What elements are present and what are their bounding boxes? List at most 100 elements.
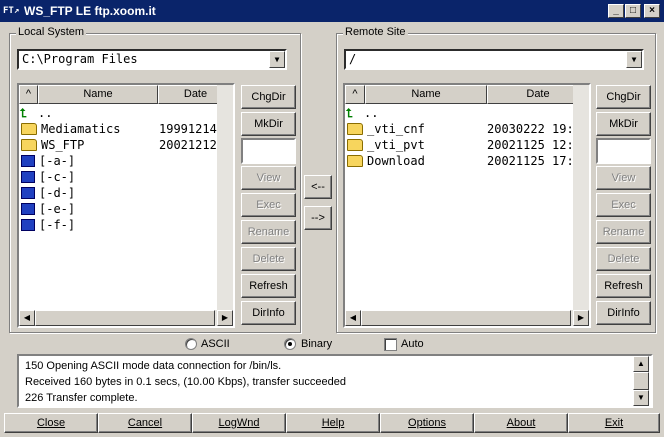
chevron-down-icon[interactable]: ▼ xyxy=(626,51,642,68)
scroll-down-icon[interactable]: ▼ xyxy=(633,390,649,406)
logwnd-button[interactable]: LogWnd xyxy=(192,413,286,433)
remote-rename-button[interactable]: Rename xyxy=(596,220,651,244)
item-name: Mediamatics xyxy=(41,122,121,136)
drive-icon xyxy=(21,202,35,215)
local-rename-button[interactable]: Rename xyxy=(241,220,296,244)
log-line: 150 Opening ASCII mode data connection f… xyxy=(25,360,282,372)
transfer-to-remote-button[interactable]: --> xyxy=(304,206,332,230)
remote-path-value: / xyxy=(349,52,357,66)
remote-name-header[interactable]: Name xyxy=(365,85,487,104)
log-line: Received 160 bytes in 0.1 secs, (10.00 K… xyxy=(25,376,347,388)
local-horizontal-scrollbar[interactable]: ◀ ▶ xyxy=(19,310,233,326)
item-name: _vti_pvt xyxy=(367,138,425,152)
item-name: .. xyxy=(38,106,53,120)
local-vertical-scrollbar[interactable] xyxy=(217,85,233,310)
drive-icon xyxy=(21,218,35,231)
close-button[interactable]: Close xyxy=(4,413,98,433)
file-list-item[interactable]: [-f-] xyxy=(19,217,217,233)
file-list-item[interactable]: Mediamatics 19991214 1 xyxy=(19,121,231,137)
maximize-button[interactable]: □ xyxy=(625,4,641,18)
parent-directory-item[interactable]: ⮤.. xyxy=(345,105,573,121)
remote-sort-header[interactable]: ^ xyxy=(345,85,365,104)
item-name: [-c-] xyxy=(39,170,76,184)
cancel-button[interactable]: Cancel xyxy=(98,413,192,433)
scroll-right-icon[interactable]: ▶ xyxy=(573,310,589,326)
chevron-down-icon[interactable]: ▼ xyxy=(269,51,285,68)
local-mkdir-input[interactable] xyxy=(241,138,296,164)
exit-button[interactable]: Exit xyxy=(568,413,660,433)
minimize-button[interactable]: _ xyxy=(608,4,624,18)
options-button[interactable]: Options xyxy=(380,413,474,433)
scroll-thumb[interactable] xyxy=(361,310,571,326)
remote-dirinfo-button[interactable]: DirInfo xyxy=(596,301,651,325)
local-exec-button[interactable]: Exec xyxy=(241,193,296,217)
scroll-up-icon[interactable]: ▲ xyxy=(633,356,649,372)
local-dirinfo-button[interactable]: DirInfo xyxy=(241,301,296,325)
remote-horizontal-scrollbar[interactable]: ◀ ▶ xyxy=(345,310,589,326)
remote-refresh-button[interactable]: Refresh xyxy=(596,274,651,298)
ascii-label: ASCII xyxy=(201,338,230,350)
item-name: Download xyxy=(367,154,425,168)
remote-vertical-scrollbar[interactable] xyxy=(573,85,589,310)
scroll-right-icon[interactable]: ▶ xyxy=(217,310,233,326)
auto-checkbox[interactable] xyxy=(384,338,397,351)
local-view-button[interactable]: View xyxy=(241,166,296,190)
folder-icon xyxy=(347,138,363,151)
item-name: WS_FTP xyxy=(41,138,85,152)
parent-directory-item[interactable]: ⮤.. xyxy=(19,105,217,121)
local-sort-header[interactable]: ^ xyxy=(19,85,38,104)
local-file-list[interactable]: ^ Name Date ⮤.. Mediamatics 19991214 1 WS_F… xyxy=(17,83,235,328)
local-chgdir-button[interactable]: ChgDir xyxy=(241,85,296,109)
log-panel[interactable]: 150 Opening ASCII mode data connection f… xyxy=(17,354,653,408)
remote-path-combo[interactable]: / ▼ xyxy=(344,49,644,70)
file-list-item[interactable]: WS_FTP 20021212 1 xyxy=(19,137,231,153)
remote-site-label: Remote Site xyxy=(343,26,408,39)
remote-delete-button[interactable]: Delete xyxy=(596,247,651,271)
log-line: 226 Transfer complete. xyxy=(25,392,138,404)
scroll-left-icon[interactable]: ◀ xyxy=(345,310,361,326)
transfer-to-local-button[interactable]: <-- xyxy=(304,175,332,199)
file-list-item[interactable]: _vti_cnf 20030222 19:3 xyxy=(345,121,581,137)
file-list-item[interactable]: Download 20021125 17:4 xyxy=(345,153,581,169)
item-name: [-a-] xyxy=(39,154,76,168)
item-name: [-e-] xyxy=(39,202,76,216)
help-button[interactable]: Help xyxy=(286,413,380,433)
folder-icon xyxy=(21,138,37,151)
up-arrow-icon: ⮤ xyxy=(20,106,28,120)
remote-exec-button[interactable]: Exec xyxy=(596,193,651,217)
ascii-radio[interactable] xyxy=(185,338,197,350)
folder-icon xyxy=(347,122,363,135)
file-list-item[interactable]: [-d-] xyxy=(19,185,217,201)
item-date: 20030222 19:3 xyxy=(487,122,581,136)
drive-icon xyxy=(21,186,35,199)
local-path-value: C:\Program Files xyxy=(22,52,138,66)
about-button[interactable]: About xyxy=(474,413,568,433)
binary-radio[interactable] xyxy=(284,338,296,350)
remote-chgdir-button[interactable]: ChgDir xyxy=(596,85,651,109)
drive-icon xyxy=(21,170,35,183)
log-scrollbar[interactable]: ▲ ▼ xyxy=(633,356,649,406)
local-delete-button[interactable]: Delete xyxy=(241,247,296,271)
remote-mkdir-input[interactable] xyxy=(596,138,651,164)
scroll-left-icon[interactable]: ◀ xyxy=(19,310,35,326)
scroll-thumb[interactable] xyxy=(633,372,649,390)
scroll-thumb[interactable] xyxy=(35,310,215,326)
item-name: _vti_cnf xyxy=(367,122,425,136)
file-list-item[interactable]: [-a-] xyxy=(19,153,217,169)
remote-file-list[interactable]: ^ Name Date ⮤.. _vti_cnf 20030222 19:3 _vti… xyxy=(343,83,591,328)
app-icon: FT↗ xyxy=(3,6,20,16)
local-refresh-button[interactable]: Refresh xyxy=(241,274,296,298)
up-arrow-icon: ⮤ xyxy=(346,106,354,120)
file-list-item[interactable]: _vti_pvt 20021125 12:5 xyxy=(345,137,581,153)
item-name: [-d-] xyxy=(39,186,76,200)
local-name-header[interactable]: Name xyxy=(38,85,158,104)
local-path-combo[interactable]: C:\Program Files ▼ xyxy=(17,49,287,70)
item-name: [-f-] xyxy=(39,218,76,232)
remote-view-button[interactable]: View xyxy=(596,166,651,190)
file-list-item[interactable]: [-c-] xyxy=(19,169,217,185)
close-window-button[interactable]: × xyxy=(644,4,660,18)
local-mkdir-button[interactable]: MkDir xyxy=(241,112,296,136)
file-list-item[interactable]: [-e-] xyxy=(19,201,217,217)
remote-mkdir-button[interactable]: MkDir xyxy=(596,112,651,136)
item-date: 20021125 17:4 xyxy=(487,154,581,168)
